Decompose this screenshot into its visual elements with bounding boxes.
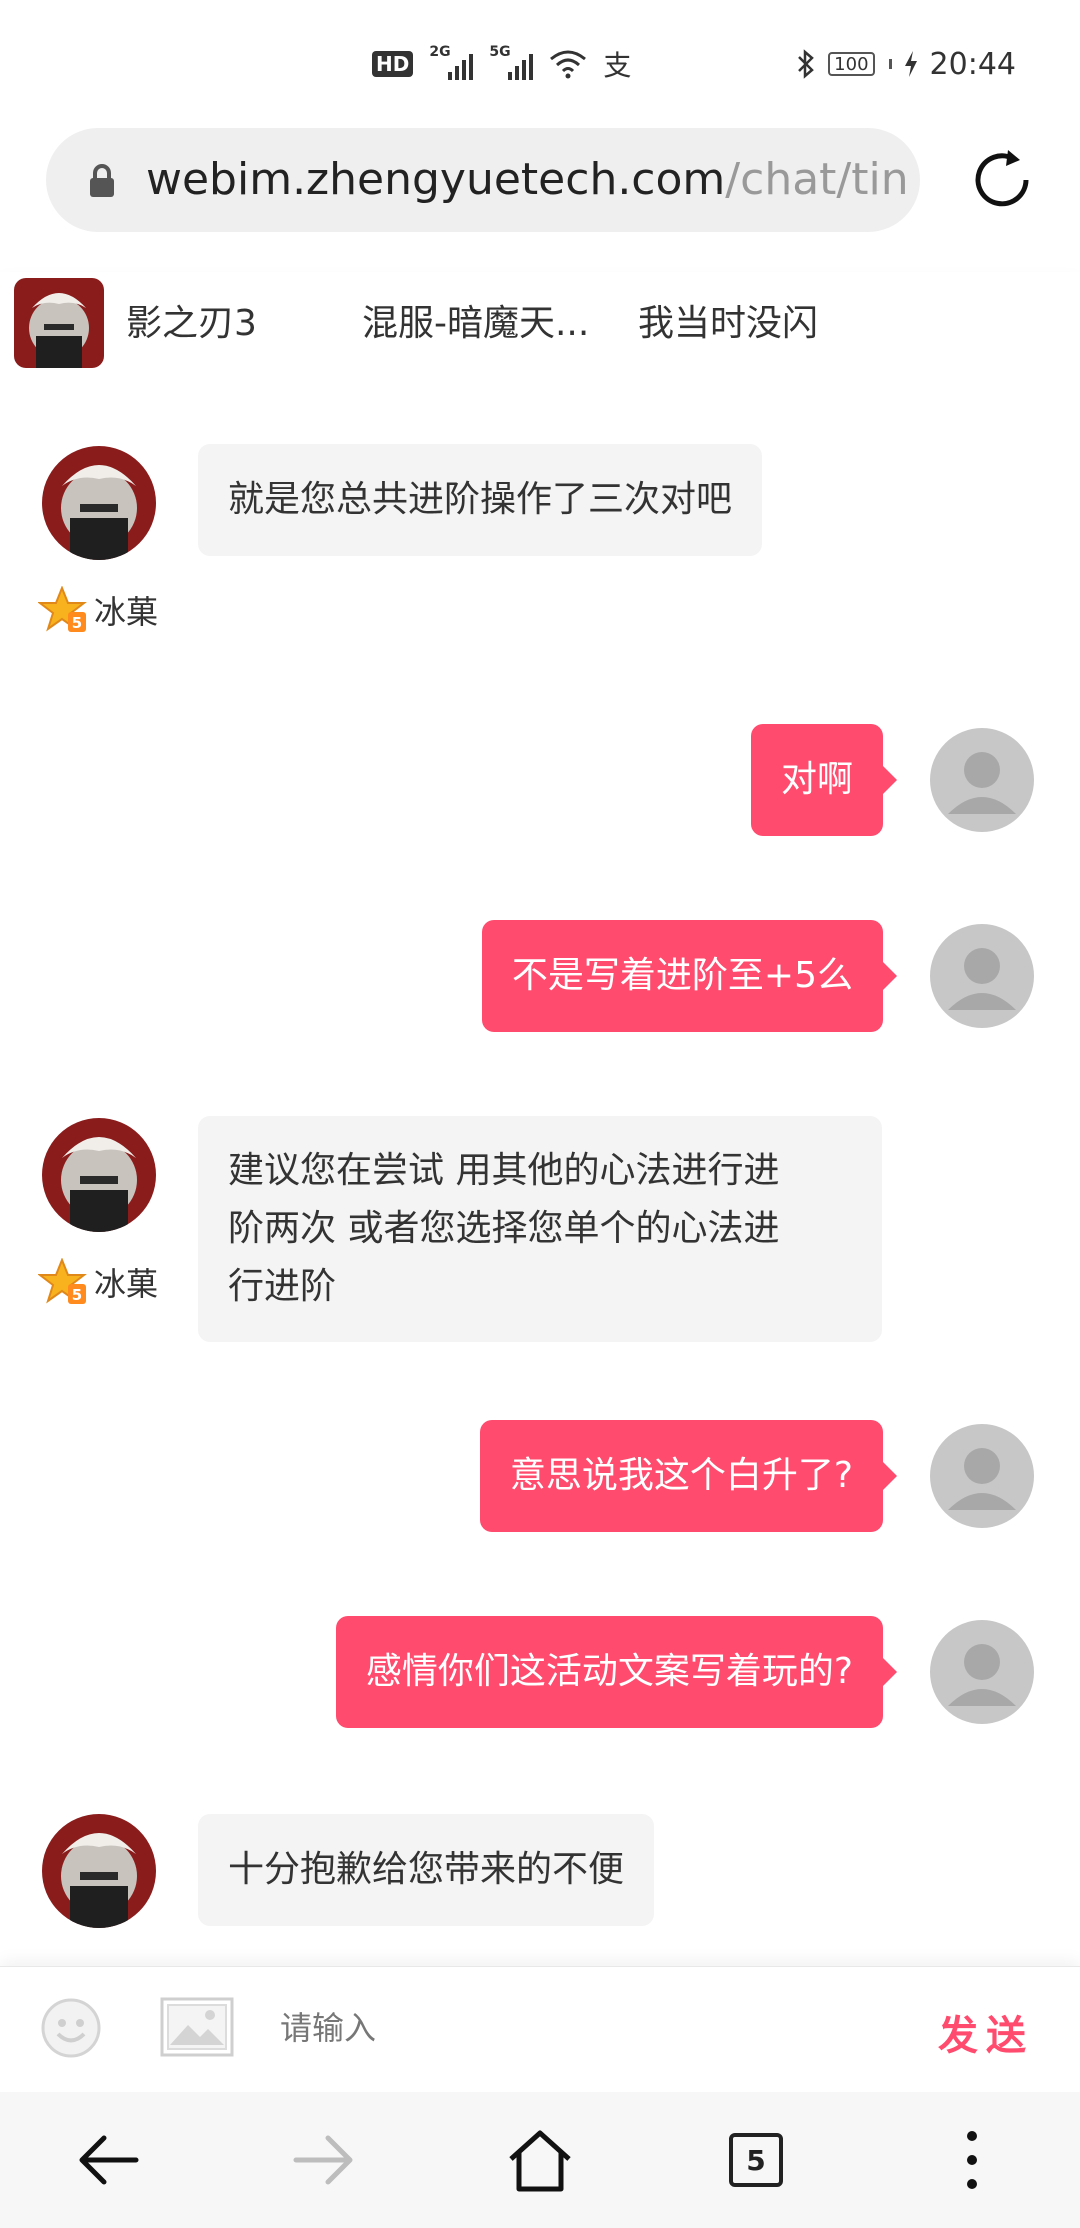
conversation-tabs: 影之刃3 混服-暗魔天... 我当时没闪 — [0, 272, 1080, 384]
message-input[interactable] — [280, 1991, 880, 2065]
user-avatar — [930, 924, 1034, 1028]
agent-name: 5 冰菓 — [38, 1258, 158, 1306]
url-path: /chat/ting/2 — [725, 154, 906, 205]
status-bar: HD 2G 5G 支 100 20:44 — [0, 0, 1080, 124]
home-icon — [509, 2130, 571, 2192]
user-avatar — [930, 728, 1034, 832]
signal-icon: 2G — [429, 44, 474, 80]
menu-button[interactable] — [934, 2122, 1010, 2198]
agent-avatar — [42, 1118, 156, 1232]
agent-message: 建议您在尝试 用其他的心法进行进 阶两次 或者您选择您单个的心法进 行进阶 — [198, 1116, 882, 1342]
alipay-icon: 支 — [603, 49, 632, 82]
reload-icon[interactable] — [968, 146, 1036, 214]
agent-name-label: 冰菓 — [94, 1265, 159, 1303]
message-text: 十分抱歉给您带来的不便 — [228, 1849, 625, 1890]
send-button[interactable]: 发送 — [938, 2003, 1034, 2061]
image-icon[interactable] — [160, 1997, 234, 2057]
battery-tip — [888, 59, 892, 69]
message-text: 就是您总共进阶操作了三次对吧 — [228, 479, 733, 520]
back-arrow-icon — [79, 2135, 139, 2185]
wifi-icon — [550, 50, 587, 79]
forward-button[interactable] — [286, 2122, 362, 2198]
message-text: 不是写着进阶至+5么 — [511, 955, 853, 996]
message-text: 意思说我这个白升了? — [509, 1455, 853, 1496]
signal-icon: 5G — [489, 44, 534, 80]
emoji-icon[interactable] — [40, 1997, 102, 2059]
tabs-button[interactable]: 5 — [718, 2122, 794, 2198]
bluetooth-icon — [798, 49, 815, 79]
address-bar[interactable]: webim.zhengyuetech.com/chat/ting/2 — [46, 128, 920, 232]
status-right: 100 20:44 — [796, 44, 1016, 84]
user-avatar — [930, 1424, 1034, 1528]
agent-message: 就是您总共进阶操作了三次对吧 — [198, 444, 763, 556]
agent-avatar — [42, 446, 156, 560]
user-message: 感情你们这活动文案写着玩的? — [335, 1616, 898, 1728]
svg-text:5: 5 — [72, 1286, 82, 1304]
agent-avatar — [42, 1814, 156, 1928]
url-text[interactable]: webim.zhengyuetech.com/chat/ting/2 — [146, 154, 906, 210]
message-text: 对啊 — [780, 759, 853, 800]
browser-nav-bar: 5 — [0, 2092, 1080, 2228]
agent-message: 十分抱歉给您带来的不便 — [198, 1814, 655, 1926]
forward-arrow-icon — [293, 2135, 353, 2185]
home-button[interactable] — [502, 2122, 578, 2198]
more-vertical-icon — [967, 2131, 977, 2189]
tab-server[interactable]: 混服-暗魔天... — [362, 294, 589, 346]
tab-topic[interactable]: 我当时没闪 — [638, 294, 818, 346]
message-input-bar: 发送 — [0, 1966, 1080, 2092]
message-line: 阶两次 或者您选择您单个的心法进 — [228, 1208, 780, 1249]
svg-text:5: 5 — [72, 614, 82, 632]
charging-icon — [904, 51, 917, 77]
tabs-count-icon: 5 — [729, 2133, 783, 2187]
battery-level: 100 — [834, 53, 869, 75]
back-button[interactable] — [70, 2122, 146, 2198]
user-message: 意思说我这个白升了? — [479, 1420, 898, 1532]
level-star-icon: 5 — [38, 1258, 87, 1304]
user-message: 不是写着进阶至+5么 — [481, 920, 898, 1032]
agent-name-label: 冰菓 — [94, 593, 159, 631]
hd-badge: HD — [372, 51, 414, 77]
lock-icon — [90, 164, 114, 197]
status-left: HD 2G 5G 支 — [372, 44, 631, 84]
chat-area[interactable]: 5 冰菓 就是您总共进阶操作了三次对吧 对啊 不是写着进阶至+5么 5 冰菓 建… — [0, 384, 1080, 1968]
game-avatar[interactable] — [14, 278, 104, 368]
message-line: 行进阶 — [228, 1266, 337, 1307]
tab-game[interactable]: 影之刃3 — [126, 294, 257, 346]
message-line: 建议您在尝试 用其他的心法进行进 — [228, 1150, 780, 1191]
battery-icon: 100 — [828, 52, 875, 76]
agent-name: 5 冰菓 — [38, 586, 158, 634]
message-text: 感情你们这活动文案写着玩的? — [365, 1651, 853, 1692]
clock: 20:44 — [929, 46, 1016, 82]
level-star-icon: 5 — [38, 586, 87, 632]
url-domain: webim.zhengyuetech.com — [146, 154, 726, 205]
user-message: 对啊 — [750, 724, 898, 836]
user-avatar — [930, 1620, 1034, 1724]
